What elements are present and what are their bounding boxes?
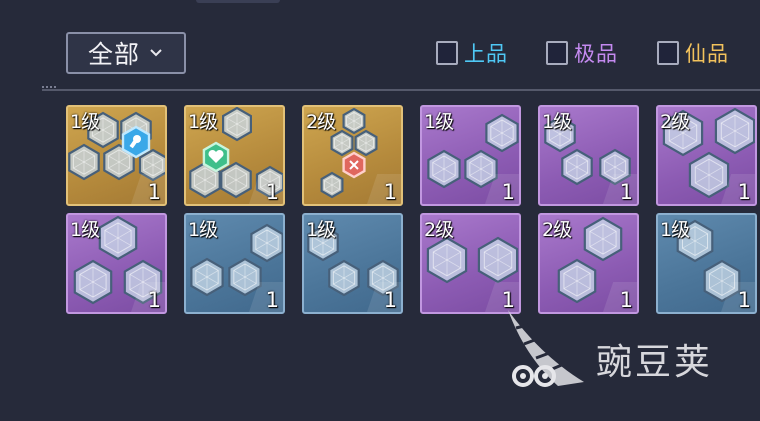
item-level-label: 1级 (660, 219, 690, 241)
item-count: 1 (501, 288, 515, 312)
item-level-label: 1级 (424, 111, 454, 133)
item-tile[interactable]: 2级 1 (302, 105, 403, 206)
item-tile[interactable]: 1级 1 (656, 213, 757, 314)
filter-xianpin[interactable]: 仙品 (657, 38, 729, 68)
item-level-label: 2级 (542, 219, 572, 241)
item-level-label: 2级 (306, 111, 336, 133)
item-level-label: 1级 (306, 219, 336, 241)
watermark-text: 豌豆荚 (596, 342, 714, 383)
item-level-label: 1级 (542, 111, 572, 133)
filter-shangpin-checkbox[interactable] (436, 41, 458, 65)
section-divider (42, 89, 760, 91)
item-count: 1 (737, 288, 751, 312)
item-count: 1 (383, 180, 397, 204)
item-tile[interactable]: 2级 1 (420, 213, 521, 314)
filter-xianpin-label: 仙品 (685, 42, 729, 66)
top-panel-edge (196, 0, 280, 3)
item-count: 1 (265, 180, 279, 204)
item-tile[interactable]: 1级 1 (302, 213, 403, 314)
filter-xianpin-checkbox[interactable] (657, 41, 679, 65)
item-count: 1 (147, 288, 161, 312)
item-level-label: 2级 (660, 111, 690, 133)
item-count: 1 (383, 288, 397, 312)
divider-dots (42, 86, 56, 92)
chevron-down-icon (148, 45, 164, 61)
item-count: 1 (501, 180, 515, 204)
item-count: 1 (619, 288, 633, 312)
category-dropdown[interactable]: 全部 (66, 32, 186, 74)
item-level-label: 1级 (70, 111, 100, 133)
item-count: 1 (737, 180, 751, 204)
item-tile[interactable]: 1级 1 (538, 105, 639, 206)
item-tile[interactable]: 2级 1 (538, 213, 639, 314)
item-tile[interactable]: 1级 1 (66, 213, 167, 314)
item-tile[interactable]: 1级 1 (184, 105, 285, 206)
item-tile[interactable]: 1级 1 (420, 105, 521, 206)
item-count: 1 (265, 288, 279, 312)
item-tile[interactable]: 1级 1 (184, 213, 285, 314)
filter-jipin-label: 极品 (574, 42, 618, 66)
item-tile[interactable]: 1级 1 (66, 105, 167, 206)
item-level-label: 1级 (188, 219, 218, 241)
item-count: 1 (619, 180, 633, 204)
dropdown-label: 全部 (87, 40, 140, 69)
filter-jipin-checkbox[interactable] (546, 41, 568, 65)
item-level-label: 1级 (188, 111, 218, 133)
filter-jipin[interactable]: 极品 (546, 38, 618, 68)
item-count: 1 (147, 180, 161, 204)
item-level-label: 1级 (70, 219, 100, 241)
item-level-label: 2级 (424, 219, 454, 241)
filter-shangpin-label: 上品 (464, 42, 508, 66)
item-tile[interactable]: 2级 1 (656, 105, 757, 206)
filter-shangpin[interactable]: 上品 (436, 38, 508, 68)
